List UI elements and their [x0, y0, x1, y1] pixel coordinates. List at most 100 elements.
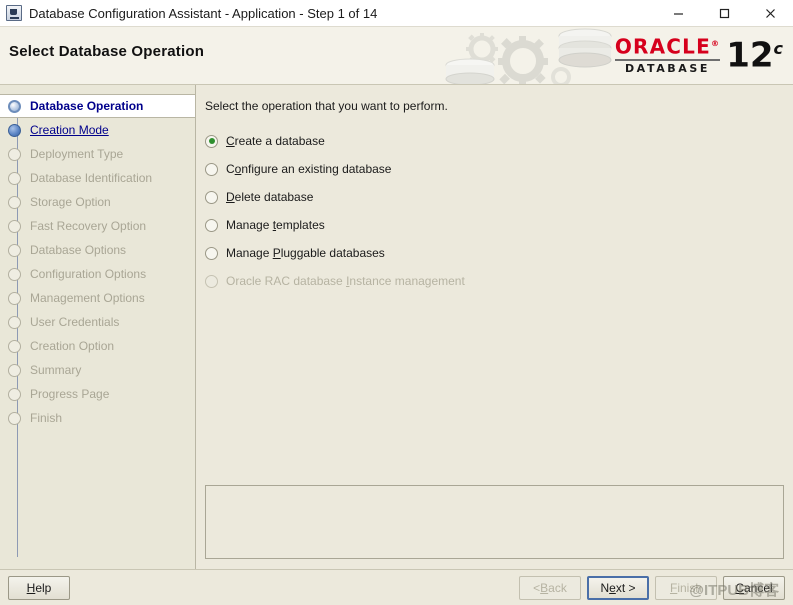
- minimize-button[interactable]: [655, 0, 701, 26]
- step-marker-icon: [8, 219, 21, 233]
- step-marker-icon: [8, 339, 21, 353]
- sidebar-item-label: Fast Recovery Option: [30, 219, 147, 233]
- radio-option-label: Manage templates: [226, 218, 325, 232]
- help-button[interactable]: Help: [8, 575, 70, 600]
- sidebar-item-database-identification: Database Identification: [0, 166, 195, 190]
- sidebar-item-creation-option: Creation Option: [0, 334, 195, 358]
- oracle-divider: [614, 58, 721, 61]
- mnemonic-char: C: [735, 580, 744, 595]
- step-marker-icon: [8, 195, 21, 209]
- step-marker-icon: [8, 99, 21, 113]
- java-cup-icon: [6, 5, 22, 21]
- sidebar-item-label: Management Options: [30, 291, 145, 305]
- window-controls: [655, 0, 793, 26]
- step-marker-icon: [8, 315, 21, 329]
- mnemonic-char: P: [272, 246, 281, 260]
- close-button[interactable]: [747, 0, 793, 26]
- sidebar-item-label: Creation Option: [30, 339, 115, 353]
- maximize-button[interactable]: [701, 0, 747, 26]
- oracle-product-name: DATABASE: [624, 61, 711, 75]
- sidebar-item-label: Database Options: [30, 243, 127, 257]
- sidebar-item-label: Deployment Type: [30, 147, 124, 161]
- step-marker-icon: [8, 363, 21, 377]
- mnemonic-char: H: [26, 580, 36, 595]
- title-bar: Database Configuration Assistant - Appli…: [0, 0, 793, 27]
- mnemonic-char: o: [234, 162, 242, 176]
- sidebar-item-label: User Credentials: [30, 315, 120, 329]
- sidebar-item-finish: Finish: [0, 406, 195, 430]
- radio-option-label: Create a database: [226, 134, 325, 148]
- page-title: Select Database Operation: [9, 43, 205, 60]
- sidebar-item-summary: Summary: [0, 358, 195, 382]
- window-title: Database Configuration Assistant - Appli…: [29, 5, 378, 21]
- radio-option-oracle-rac-database-instance-management: Oracle RAC database Instance management: [205, 267, 793, 295]
- cancel-button[interactable]: Cancel: [723, 575, 785, 600]
- radio-option-delete-database[interactable]: Delete database: [205, 183, 793, 211]
- sidebar-item-label: Storage Option: [30, 195, 111, 209]
- page-banner: Select Database Operation ORACLE® DATABA…: [0, 27, 793, 85]
- sidebar-item-progress-page: Progress Page: [0, 382, 195, 406]
- radio-option-label: Manage Pluggable databases: [226, 246, 385, 260]
- back-button: < Back: [519, 575, 581, 600]
- sidebar-item-database-options: Database Options: [0, 238, 195, 262]
- radio-button-icon[interactable]: [205, 190, 218, 204]
- radio-button-icon[interactable]: [205, 246, 218, 260]
- wizard-button-bar: Help < Back Ne xt > Finish Cancel @ITPUB博…: [0, 569, 793, 605]
- sidebar-item-label: Finish: [30, 411, 63, 425]
- step-marker-icon: [8, 291, 21, 305]
- finish-button: Finish: [655, 575, 717, 600]
- mnemonic-char: t: [272, 218, 277, 232]
- sidebar-item-configuration-options: Configuration Options: [0, 262, 195, 286]
- radio-option-manage-pluggable-databases[interactable]: Manage Pluggable databases: [205, 239, 793, 267]
- radio-option-label: Delete database: [226, 190, 314, 204]
- body-split: Database Operation Creation Mode Deploymen…: [0, 85, 793, 569]
- sidebar-item-storage-option: Storage Option: [0, 190, 195, 214]
- radio-button-icon: [205, 274, 218, 288]
- oracle-wordmark: ORACLE® DATABASE: [614, 34, 721, 75]
- sidebar-item-fast-recovery-option: Fast Recovery Option: [0, 214, 195, 238]
- radio-option-label: Oracle RAC database Instance management: [226, 274, 465, 288]
- main-content: Select the operation that you want to pe…: [196, 85, 793, 569]
- sidebar-item-user-credentials: User Credentials: [0, 310, 195, 334]
- message-panel: [205, 485, 784, 559]
- step-list: Database Operation Creation Mode Deploymen…: [0, 94, 195, 430]
- step-marker-icon: [8, 267, 21, 281]
- sidebar-item-creation-mode[interactable]: Creation Mode: [0, 118, 195, 142]
- sidebar-item-label: Database Operation: [30, 99, 144, 113]
- sidebar-item-database-operation[interactable]: Database Operation: [0, 94, 195, 118]
- step-marker-icon: [8, 411, 21, 425]
- radio-button-icon[interactable]: [205, 134, 218, 148]
- radio-button-icon[interactable]: [205, 162, 218, 176]
- instruction-text: Select the operation that you want to pe…: [205, 99, 448, 113]
- radio-option-manage-templates[interactable]: Manage templates: [205, 211, 793, 239]
- radio-option-configure-an-existing-database[interactable]: Configure an existing database: [205, 155, 793, 183]
- step-marker-icon: [8, 387, 21, 401]
- radio-option-create-a-database[interactable]: Create a database: [205, 127, 793, 155]
- sidebar-item-deployment-type: Deployment Type: [0, 142, 195, 166]
- wizard-step-sidebar: Database Operation Creation Mode Deploymen…: [0, 85, 196, 569]
- oracle-version: 12c: [726, 35, 783, 76]
- mnemonic-char: D: [226, 190, 235, 204]
- step-marker-icon: [8, 147, 21, 161]
- mnemonic-char: F: [669, 580, 678, 595]
- mnemonic-char: B: [540, 580, 549, 595]
- sidebar-item-label: Progress Page: [30, 387, 110, 401]
- oracle-logo: ORACLE® DATABASE 12c: [614, 34, 783, 76]
- radio-option-label: Configure an existing database: [226, 162, 392, 176]
- sidebar-item-label: Configuration Options: [30, 267, 147, 281]
- step-marker-icon: [8, 171, 21, 185]
- mnemonic-char: C: [226, 134, 235, 148]
- operation-radio-group[interactable]: Create a database Configure an existing d…: [205, 127, 793, 485]
- radio-button-icon[interactable]: [205, 218, 218, 232]
- sidebar-item-label: Summary: [30, 363, 82, 377]
- step-marker-icon: [8, 243, 21, 257]
- registered-trademark-icon: ®: [710, 39, 721, 48]
- mnemonic-char: I: [346, 274, 350, 288]
- mnemonic-char: e: [609, 580, 616, 595]
- next-button[interactable]: Ne xt >: [587, 575, 649, 600]
- database-configuration-assistant-window: Database Configuration Assistant - Appli…: [0, 0, 793, 605]
- sidebar-item-label: Creation Mode: [30, 123, 109, 137]
- sidebar-item-label: Database Identification: [30, 171, 153, 185]
- step-marker-icon: [8, 123, 21, 137]
- oracle-brand-name: ORACLE®: [614, 34, 721, 59]
